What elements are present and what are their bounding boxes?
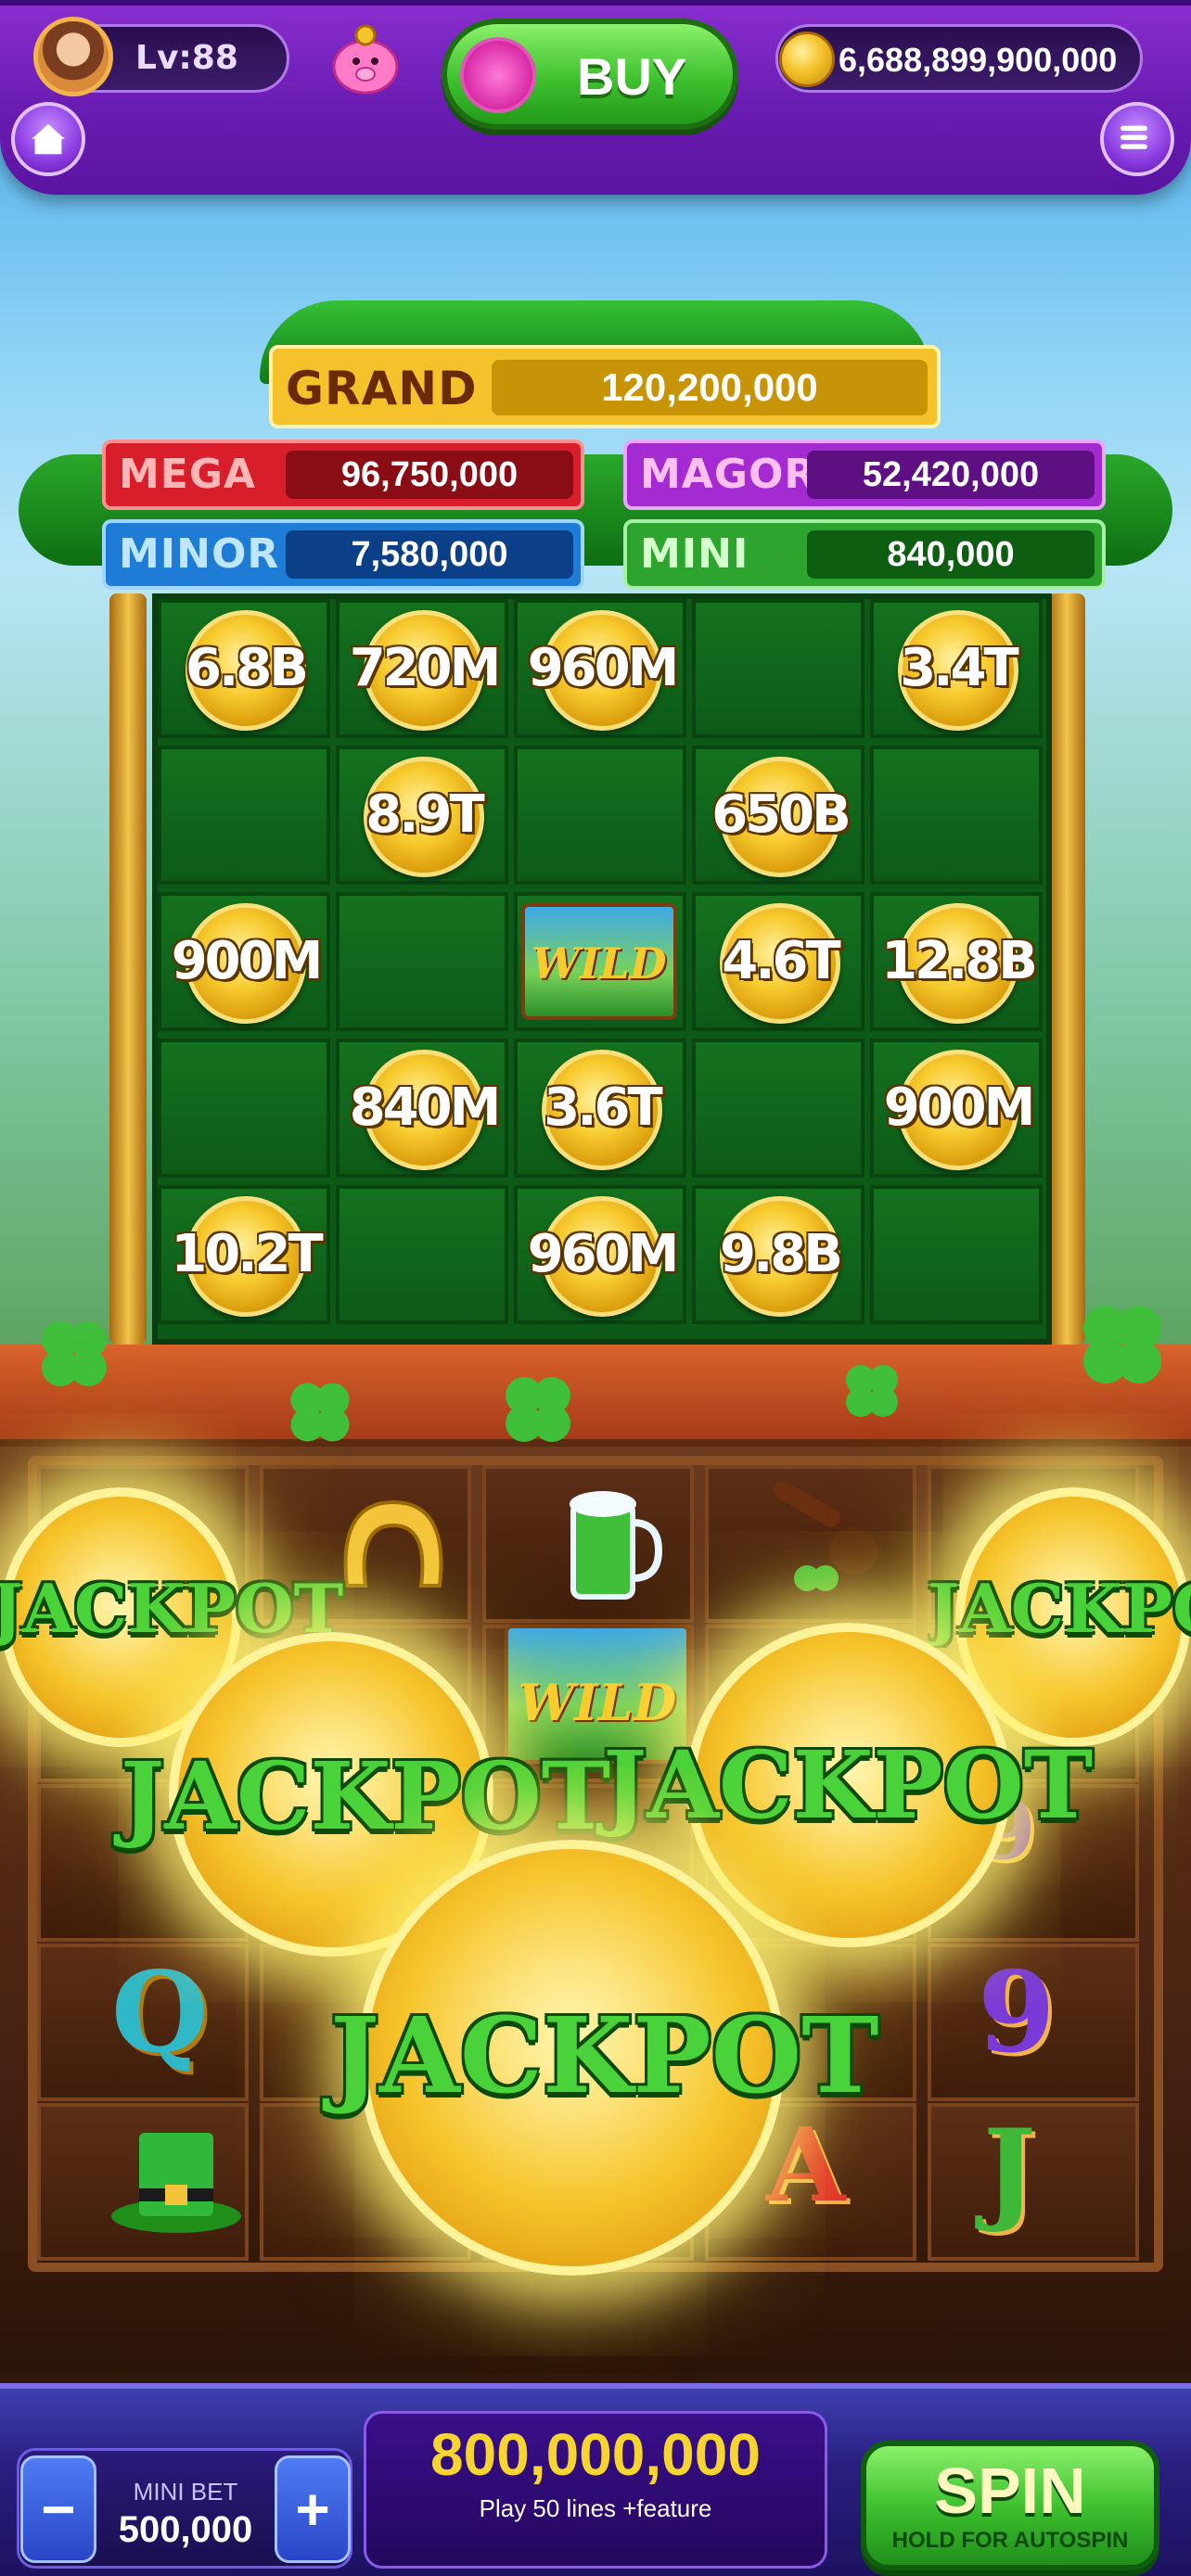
player-level: Lv:88 — [135, 39, 238, 77]
upper-reel-cell — [158, 1039, 330, 1178]
jackpot-minor-value: 7,580,000 — [286, 530, 573, 579]
jackpot-minor: MINOR 7,580,000 — [102, 519, 584, 590]
upper-reel-cell — [870, 1185, 1043, 1324]
clover-icon — [846, 1365, 898, 1417]
symbol-j: J — [983, 2105, 1036, 2236]
jackpot-coin-label: JACKPOT — [928, 1569, 1191, 1648]
cash-coin-value: 960M — [527, 1224, 680, 1284]
home-icon — [32, 123, 65, 155]
spin-label[interactable]: SPIN — [861, 2454, 1159, 2528]
jackpot-mega: MEGA 96,750,000 — [102, 440, 584, 510]
jackpot-grand-value: 120,200,000 — [492, 360, 928, 415]
jackpot-coin-label: JACKPOT — [330, 1996, 879, 2117]
bet-value: 500,000 — [118, 2509, 253, 2550]
clover-icon — [1083, 1306, 1161, 1384]
lower-wild-label: WILD — [518, 1673, 677, 1732]
left-pillar — [109, 593, 147, 1345]
jackpot-major: MAGOR 52,420,000 — [623, 440, 1106, 510]
buy-button[interactable]: BUY — [442, 19, 738, 130]
autospin-hint: HOLD FOR AUTOSPIN — [891, 2528, 1129, 2553]
lines-caption: Play 50 lines +feature — [479, 2494, 712, 2522]
upper-reel-cell — [336, 1185, 508, 1324]
buy-label: BUY — [577, 47, 687, 106]
coin-icon — [779, 32, 835, 87]
clover-icon — [42, 1321, 107, 1386]
bet-caption: MINI BET — [133, 2478, 238, 2506]
jackpot-mega-value: 96,750,000 — [286, 451, 573, 499]
symbol-a: A — [766, 2105, 846, 2225]
jackpot-mini-label: MINI — [640, 530, 749, 578]
upper-reel-cell — [158, 746, 330, 885]
cash-coin-value: 900M — [171, 931, 324, 991]
menu-button[interactable] — [1100, 102, 1174, 176]
gift-icon — [460, 37, 536, 113]
tiled-roof — [0, 1345, 1191, 1447]
cash-coin-value: 650B — [711, 784, 852, 845]
wild-label: WILD — [531, 938, 667, 988]
cash-coin-value: 900M — [883, 1078, 1036, 1138]
upper-reel-cell — [692, 1039, 864, 1178]
jackpot-grand: GRAND 120,200,000 — [269, 345, 941, 428]
cash-coin-value: 6.8B — [186, 638, 309, 698]
cash-coin-value: 720M — [349, 638, 502, 698]
jackpot-coin-label: JACKPOT — [0, 1569, 344, 1648]
jackpot-grand-label: GRAND — [286, 362, 478, 415]
cash-coin-value: 3.4T — [900, 638, 1018, 698]
cash-coin-value: 4.6T — [722, 931, 840, 991]
jackpot-coin-label: JACKPOT — [603, 1730, 1094, 1840]
symbol-q: Q — [111, 1947, 209, 2078]
upper-reel-cell — [870, 746, 1043, 885]
wild-tile: WILD — [521, 903, 677, 1020]
jackpot-minor-label: MINOR — [119, 530, 280, 578]
coin-balance: 6,688,899,900,000 — [839, 41, 1118, 79]
jackpot-coin-label: JACKPOT — [121, 1741, 611, 1851]
total-bet-value: 800,000,000 — [430, 2421, 761, 2488]
player-avatar[interactable] — [33, 17, 113, 96]
clover-icon — [506, 1377, 570, 1442]
jackpot-mini-value: 840,000 — [807, 530, 1095, 579]
piggy-bank-icon[interactable] — [327, 22, 404, 100]
cash-coin-value: 9.8B — [720, 1224, 843, 1284]
cash-coin-value: 3.6T — [544, 1078, 662, 1138]
upper-reel-cell — [514, 746, 686, 885]
upper-reel-cell — [692, 599, 864, 738]
pipe-clover-icon — [774, 1481, 877, 1591]
leprechaun-hat-icon — [111, 2133, 241, 2233]
jackpot-major-value: 52,420,000 — [807, 451, 1095, 499]
decrease-bet-button[interactable]: − — [20, 2455, 96, 2563]
upper-reel-board: 6.8B 720M 960M 3.4T 8.9T 650B 900M WILD 4.6T 12.8… — [152, 593, 1052, 1345]
hamburger-menu-icon — [1121, 125, 1147, 149]
clover-icon — [290, 1383, 350, 1442]
jackpot-major-label: MAGOR — [640, 451, 817, 498]
cash-coin-value: 12.8B — [881, 931, 1038, 991]
beer-mug-icon — [570, 1491, 663, 1600]
cash-coin-value: 840M — [349, 1078, 502, 1138]
right-pillar — [1048, 593, 1085, 1345]
jackpot-mini: MINI 840,000 — [623, 519, 1106, 590]
upper-reel-cell — [336, 892, 508, 1031]
jackpot-mega-label: MEGA — [119, 451, 257, 498]
increase-bet-button[interactable]: + — [275, 2455, 351, 2563]
home-button[interactable] — [11, 102, 85, 176]
symbol-9: 9 — [978, 1947, 1056, 2078]
cash-coin-value: 8.9T — [365, 784, 484, 845]
cash-coin-value: 10.2T — [171, 1224, 323, 1284]
cash-coin-value: 960M — [527, 638, 680, 698]
